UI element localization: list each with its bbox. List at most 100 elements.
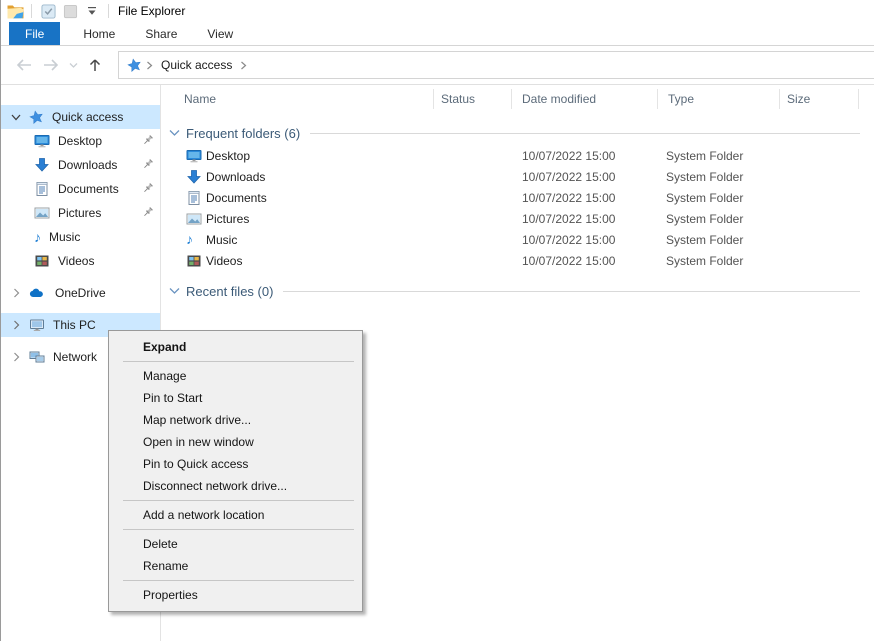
tab-share[interactable]: Share (130, 22, 192, 45)
column-header-row: Name Status Date modified Type Size (161, 85, 874, 113)
menu-item-pin-to-start[interactable]: Pin to Start (111, 387, 360, 409)
sidebar-item-onedrive[interactable]: OneDrive (1, 281, 160, 305)
menu-separator (123, 580, 354, 581)
file-date-modified: 10/07/2022 15:00 (522, 233, 615, 247)
sidebar-item-label: Music (49, 230, 80, 244)
breadcrumb-chevron-icon[interactable] (240, 61, 247, 70)
column-divider[interactable] (657, 89, 658, 109)
menu-item-manage[interactable]: Manage (111, 365, 360, 387)
up-button[interactable] (87, 58, 103, 73)
file-row-videos[interactable]: Videos 10/07/2022 15:00 System Folder (161, 251, 874, 272)
address-bar[interactable]: Quick access (118, 51, 874, 79)
file-type: System Folder (666, 254, 743, 268)
sidebar-item-label: Desktop (58, 134, 102, 148)
sidebar-item-downloads[interactable]: Downloads (1, 153, 160, 177)
sidebar-item-videos[interactable]: Videos (1, 249, 160, 273)
menu-item-rename[interactable]: Rename (111, 555, 360, 577)
chevron-right-icon[interactable] (10, 288, 22, 298)
column-header-date-modified[interactable]: Date modified (522, 92, 596, 106)
chevron-down-icon[interactable] (169, 287, 180, 295)
pin-icon[interactable] (141, 182, 154, 198)
file-date-modified: 10/07/2022 15:00 (522, 149, 615, 163)
onedrive-icon (29, 287, 47, 299)
title-bar: File Explorer (1, 0, 874, 22)
documents-icon (186, 190, 202, 209)
pictures-icon (186, 211, 202, 230)
sidebar-item-desktop[interactable]: Desktop (1, 129, 160, 153)
menu-item-map-network-drive[interactable]: Map network drive... (111, 409, 360, 431)
column-header-type[interactable]: Type (668, 92, 694, 106)
file-type: System Folder (666, 191, 743, 205)
group-header-frequent-folders[interactable]: Frequent folders (6) (161, 122, 874, 144)
sidebar-item-pictures[interactable]: Pictures (1, 201, 160, 225)
chevron-down-icon[interactable] (169, 129, 180, 137)
desktop-icon (34, 133, 50, 149)
menu-separator (123, 529, 354, 530)
frequent-folders-rows: Desktop 10/07/2022 15:00 System Folder D… (161, 146, 874, 272)
qat-customize-dropdown-icon[interactable] (83, 2, 101, 20)
this-pc-context-menu: Expand Manage Pin to Start Map network d… (108, 330, 363, 612)
column-header-name[interactable]: Name (184, 92, 216, 106)
tab-file[interactable]: File (9, 22, 60, 45)
music-icon: ♪ (34, 230, 41, 244)
chevron-right-icon[interactable] (10, 352, 22, 362)
pin-icon[interactable] (141, 158, 154, 174)
chevron-right-icon[interactable] (10, 320, 22, 330)
group-label: Frequent folders (6) (186, 126, 300, 141)
pin-icon[interactable] (141, 134, 154, 150)
column-header-size[interactable]: Size (787, 92, 810, 106)
back-button[interactable] (15, 58, 33, 72)
file-explorer-window: File Explorer File Home Share View (0, 0, 874, 641)
menu-item-delete[interactable]: Delete (111, 533, 360, 555)
column-divider[interactable] (858, 89, 859, 109)
breadcrumb-chevron-icon[interactable] (146, 61, 153, 70)
file-row-desktop[interactable]: Desktop 10/07/2022 15:00 System Folder (161, 146, 874, 167)
menu-separator (123, 500, 354, 501)
chevron-down-icon[interactable] (10, 114, 22, 121)
file-row-pictures[interactable]: Pictures 10/07/2022 15:00 System Folder (161, 209, 874, 230)
file-date-modified: 10/07/2022 15:00 (522, 191, 615, 205)
column-divider[interactable] (433, 89, 434, 109)
breadcrumb-quick-access[interactable]: Quick access (161, 58, 232, 72)
column-header-status[interactable]: Status (441, 92, 475, 106)
titlebar-separator (31, 4, 32, 18)
qat-properties-icon[interactable] (39, 2, 57, 20)
menu-item-expand[interactable]: Expand (111, 336, 360, 358)
group-label: Recent files (0) (186, 284, 273, 299)
file-row-documents[interactable]: Documents 10/07/2022 15:00 System Folder (161, 188, 874, 209)
menu-item-properties[interactable]: Properties (111, 584, 360, 606)
menu-item-pin-to-quick-access[interactable]: Pin to Quick access (111, 453, 360, 475)
videos-icon (186, 253, 202, 272)
sidebar-item-quick-access[interactable]: Quick access (1, 105, 160, 129)
tab-home[interactable]: Home (68, 22, 130, 45)
column-divider[interactable] (511, 89, 512, 109)
ribbon-tab-bar: File Home Share View (1, 22, 874, 46)
sidebar-item-music[interactable]: ♪ Music (1, 225, 160, 249)
this-pc-icon (29, 317, 45, 333)
recent-locations-dropdown-icon[interactable] (69, 62, 78, 69)
file-row-downloads[interactable]: Downloads 10/07/2022 15:00 System Folder (161, 167, 874, 188)
file-row-music[interactable]: ♪ Music 10/07/2022 15:00 System Folder (161, 230, 874, 251)
file-explorer-logo-icon (6, 2, 24, 20)
sidebar-item-documents[interactable]: Documents (1, 177, 160, 201)
tab-view[interactable]: View (192, 22, 248, 45)
videos-icon (34, 253, 50, 269)
sidebar-item-label: OneDrive (55, 286, 106, 300)
sidebar-item-label: This PC (53, 318, 96, 332)
file-date-modified: 10/07/2022 15:00 (522, 170, 615, 184)
file-name: Downloads (206, 170, 265, 184)
group-header-recent-files[interactable]: Recent files (0) (161, 280, 874, 302)
menu-item-disconnect-network-drive[interactable]: Disconnect network drive... (111, 475, 360, 497)
forward-button[interactable] (42, 58, 60, 72)
pin-icon[interactable] (141, 206, 154, 222)
menu-separator (123, 361, 354, 362)
file-name: Documents (206, 191, 267, 205)
qat-newfolder-icon[interactable] (61, 2, 79, 20)
menu-item-open-in-new-window[interactable]: Open in new window (111, 431, 360, 453)
file-date-modified: 10/07/2022 15:00 (522, 212, 615, 226)
window-title: File Explorer (118, 4, 185, 18)
file-name: Videos (206, 254, 242, 268)
column-divider[interactable] (779, 89, 780, 109)
menu-item-add-a-network-location[interactable]: Add a network location (111, 504, 360, 526)
file-type: System Folder (666, 149, 743, 163)
